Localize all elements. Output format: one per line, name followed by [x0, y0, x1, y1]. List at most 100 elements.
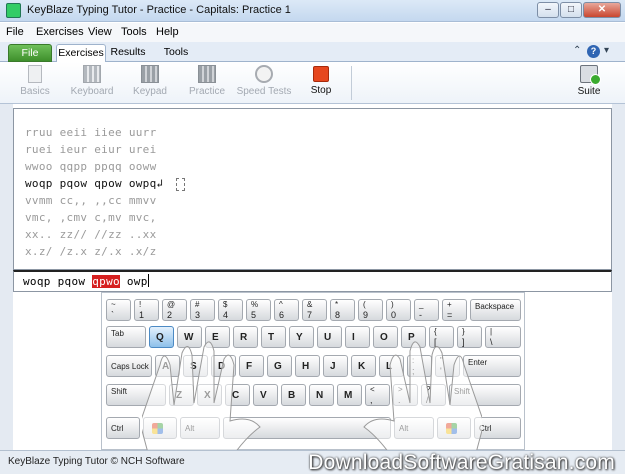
key-2: @2 [162, 299, 187, 321]
practice-line: vvmm cc,, ,,cc mmvv [25, 194, 157, 207]
key-alt-left: Alt [180, 417, 220, 439]
speed-tests-label: Speed Tests [236, 86, 292, 97]
keypad-icon [141, 65, 159, 83]
key-s: S [183, 355, 208, 377]
practice-line: ruei ieur eiur urei [25, 143, 157, 156]
minimize-button[interactable]: – [537, 2, 559, 18]
key-left-bracket: {[ [429, 326, 454, 348]
key-0: ) 0 [386, 299, 411, 321]
key-5: % 5 [246, 299, 271, 321]
menu-help[interactable]: Help [156, 26, 179, 38]
key-a: A [155, 355, 180, 377]
next-char-cursor [176, 178, 185, 191]
menu-bar: File Exercises View Tools Help [0, 23, 625, 42]
key-minus: _ - [414, 299, 439, 321]
key-g: G [267, 355, 292, 377]
key-c: C [225, 384, 250, 406]
key-t: T [261, 326, 286, 348]
tab-file[interactable]: File [8, 44, 52, 62]
practice-line-current: woqp pqow qpow owpq↲ [25, 177, 163, 190]
key-o: O [373, 326, 398, 348]
key-windows-right [437, 417, 471, 439]
practice-icon [198, 65, 216, 83]
key-r: R [233, 326, 258, 348]
tab-results[interactable]: Results [106, 44, 150, 62]
window-title: KeyBlaze Typing Tutor - Practice - Capit… [27, 4, 291, 16]
key-6: ^ 6 [274, 299, 299, 321]
practice-text-panel: rruu eeii iiee uurr ruei ieur eiur urei … [13, 108, 612, 270]
typed-correct: woqp pqow [23, 275, 93, 288]
keypad-button[interactable]: Keypad [130, 65, 170, 103]
onscreen-keyboard: ~ ` ! 1 @2 #3 $4 % 5 ^ 6 & 7 * 8 (9 ) 0 _ - + = B… [101, 292, 525, 451]
menu-tools[interactable]: Tools [121, 26, 147, 38]
tab-exercises[interactable]: Exercises [56, 44, 106, 62]
key-ctrl-right: Ctrl [474, 417, 521, 439]
key-comma: <, [365, 384, 390, 406]
key-windows-left [143, 417, 177, 439]
menu-exercises[interactable]: Exercises [36, 26, 84, 38]
key-u: U [317, 326, 342, 348]
key-y: Y [289, 326, 314, 348]
title-bar: KeyBlaze Typing Tutor - Practice - Capit… [0, 0, 625, 22]
key-w: W [177, 326, 202, 348]
stop-label: Stop [310, 85, 332, 96]
key-h: H [295, 355, 320, 377]
key-caps-lock: Caps Lock [106, 355, 152, 377]
key-1: ! 1 [134, 299, 159, 321]
watermark-text: DownloadSoftwareGratisan.com [308, 451, 615, 474]
status-bar: KeyBlaze Typing Tutor © NCH Software Dow… [0, 450, 625, 474]
key-f: F [239, 355, 264, 377]
practice-line: rruu eeii iiee uurr [25, 126, 157, 139]
practice-button[interactable]: Practice [185, 65, 229, 103]
key-backspace: Backspace [470, 299, 521, 321]
speed-tests-button[interactable]: Speed Tests [236, 65, 292, 103]
key-p: P [401, 326, 426, 348]
stop-icon [313, 66, 329, 82]
tab-tools[interactable]: Tools [154, 44, 198, 62]
suite-icon [580, 65, 601, 85]
stop-button[interactable]: Stop [304, 65, 338, 103]
menu-view[interactable]: View [88, 26, 112, 38]
menu-file[interactable]: File [6, 26, 24, 38]
key-7: & 7 [302, 299, 327, 321]
typing-input[interactable]: woqp pqow qpwo owp [13, 270, 612, 292]
practice-line: xx.. zz// //zz ..xx [25, 228, 157, 241]
key-v: V [253, 384, 278, 406]
key-e: E [205, 326, 230, 348]
windows-logo-icon [152, 423, 163, 434]
keyboard-button[interactable]: Keyboard [68, 65, 116, 103]
keypad-label: Keypad [133, 86, 167, 97]
app-icon [6, 3, 21, 18]
key-quote: " ' [435, 355, 460, 377]
ribbon: Basics Keyboard Keypad Practice Speed Te… [0, 62, 625, 104]
key-l: L [379, 355, 404, 377]
practice-line: x.z/ /z.x z/.x .x/z [25, 245, 157, 258]
basics-button[interactable]: Basics [17, 65, 53, 103]
key-backtick: ~ ` [106, 299, 131, 321]
maximize-button[interactable]: □ [560, 2, 582, 18]
ribbon-tab-strip: File Exercises Results Tools ⌃ ? ▾ [0, 42, 625, 62]
key-equals: + = [442, 299, 467, 321]
window-frame-right [612, 104, 625, 450]
status-text: KeyBlaze Typing Tutor © NCH Software [8, 456, 185, 467]
key-k: K [351, 355, 376, 377]
key-9: (9 [358, 299, 383, 321]
help-dropdown-icon[interactable]: ▾ [604, 45, 609, 56]
help-icon[interactable]: ? [587, 45, 600, 58]
close-button[interactable]: ✕ [583, 2, 621, 18]
key-alt-right: Alt [394, 417, 434, 439]
key-n: N [309, 384, 334, 406]
typed-remaining: owp [119, 275, 148, 288]
key-q: Q [149, 326, 174, 348]
suite-button[interactable]: Suite [572, 65, 606, 103]
key-slash: ? / [421, 384, 446, 406]
speed-test-icon [255, 65, 273, 83]
key-z: Z [169, 384, 194, 406]
window-frame-left [0, 104, 13, 450]
key-ctrl-left: Ctrl [106, 417, 140, 439]
typed-error: qpwo [92, 275, 120, 288]
keyboard-label: Keyboard [70, 86, 114, 97]
key-backslash: | \ [485, 326, 521, 348]
keyboard-icon [83, 65, 101, 83]
collapse-ribbon-icon[interactable]: ⌃ [573, 45, 581, 56]
